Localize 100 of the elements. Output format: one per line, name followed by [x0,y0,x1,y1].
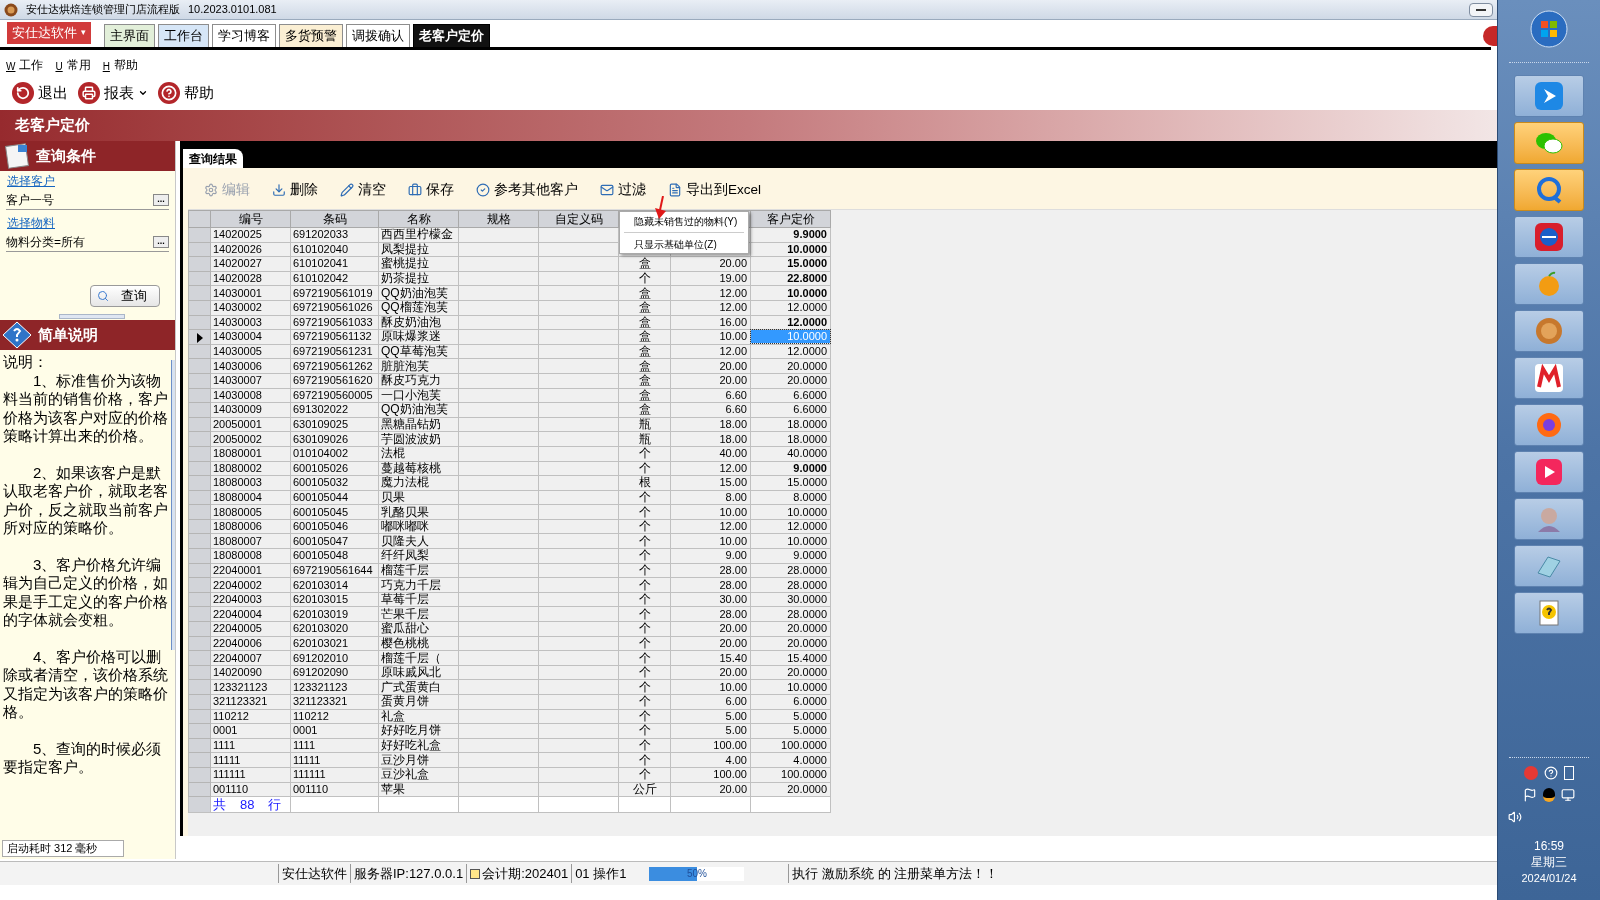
brand-menu-button[interactable]: 安仕达软件 ▾ [7,21,91,44]
price-cell[interactable]: 10.0000 [751,242,830,256]
clock-date: 2024/01/24 [1521,871,1577,886]
query-button[interactable]: 查询 [90,285,160,307]
price-cell[interactable]: 6.6000 [751,403,830,417]
status-text: 服务器IP:127.0.0.1 [350,863,467,884]
table-cell: 6972190561026 [293,301,373,314]
browse-button[interactable]: ... [153,235,169,248]
action-button[interactable]: 保存 [408,179,454,201]
taskbar-button[interactable] [1514,263,1584,305]
taskbar-button[interactable] [1514,545,1584,587]
flag-icon[interactable] [1523,788,1537,802]
price-cell[interactable]: 15.0000 [751,257,830,271]
price-cell[interactable]: 9.9000 [751,228,830,242]
tab[interactable]: 学习博客 [212,24,276,47]
material-field[interactable]: 物料分类=所有 ... [6,232,169,252]
table-cell: 620103021 [293,636,349,649]
price-cell[interactable]: 6.6000 [751,388,830,402]
taskbar-button[interactable] [1514,498,1584,540]
price-cell[interactable]: 18.0000 [751,432,830,446]
taskbar-button[interactable] [1514,216,1584,258]
select-customer-link[interactable]: 选择客户 [0,172,175,190]
tab[interactable]: 多货预警 [279,24,343,47]
price-cell[interactable]: 40.0000 [751,447,830,461]
price-cell[interactable]: 9.0000 [751,549,830,563]
taskbar-button[interactable] [1514,75,1584,117]
price-cell[interactable]: 100.0000 [751,739,830,753]
price-cell[interactable]: 28.0000 [751,563,830,577]
menu-item[interactable]: 隐藏未销售过的物料(Y) [620,213,748,229]
menu-item[interactable]: U 常用 [55,56,91,74]
toolbar-button[interactable]: 报表 [78,81,148,105]
price-cell[interactable]: 20.0000 [751,666,830,680]
price-cell[interactable]: 28.0000 [751,578,830,592]
price-cell[interactable]: 4.0000 [751,753,830,767]
toolbar-button[interactable]: 帮助 [158,81,214,105]
minimize-button[interactable] [1469,2,1493,17]
price-cell[interactable]: 22.8000 [751,272,830,286]
tab[interactable]: 主界面 [104,24,155,47]
price-cell[interactable]: 15.0000 [751,476,830,490]
price-cell[interactable]: 10.0000 [751,286,830,300]
table-cell: 20.00 [719,257,747,270]
toolbar-button[interactable]: 退出 [12,81,68,105]
action-button[interactable]: 导出到Excel [668,179,761,201]
price-cell[interactable]: 20.0000 [751,359,830,373]
table-cell: 18080007 [213,534,262,547]
price-cell[interactable]: 5.0000 [751,709,830,723]
help-icon[interactable] [1544,766,1558,780]
select-material-link[interactable]: 选择物料 [0,214,175,232]
price-cell[interactable]: 18.0000 [751,418,830,431]
action-button[interactable]: 参考其他客户 [476,179,578,201]
splitter-handle[interactable] [58,314,125,319]
price-cell[interactable]: 12.0000 [751,315,830,329]
taskbar-button[interactable] [1514,169,1584,211]
taskbar-button[interactable] [1514,122,1584,164]
table-cell: 盒 [638,358,651,373]
tab[interactable]: 工作台 [158,24,209,47]
price-cell[interactable]: 20.0000 [751,636,830,650]
start-orb-icon[interactable] [1530,10,1568,48]
action-button[interactable]: 过滤 [600,179,646,201]
tab[interactable]: 调拨确认 [346,24,410,47]
table-cell: 个 [638,679,651,694]
table-cell: 40.00 [719,447,747,460]
browse-button[interactable]: ... [153,193,169,206]
table-cell: QQ草莓泡芙 [381,344,448,359]
price-cell[interactable]: 12.0000 [751,301,830,315]
table-cell: 盒 [638,300,651,315]
taskbar-button[interactable] [1514,310,1584,352]
menu-item[interactable]: H 帮助 [102,56,138,74]
price-cell[interactable]: 100.0000 [751,768,830,782]
action-button[interactable]: 删除 [272,179,318,201]
results-tab[interactable]: 查询结果 [183,149,243,168]
taskbar-button[interactable] [1514,357,1584,399]
price-cell[interactable]: 10.0000 [751,680,830,694]
price-cell[interactable]: 12.0000 [751,520,830,534]
taskbar-button[interactable] [1514,592,1584,634]
price-cell[interactable]: 9.0000 [751,461,830,475]
customer-field[interactable]: 客户一号 ... [6,190,169,210]
price-cell[interactable]: 28.0000 [751,607,830,621]
price-cell[interactable]: 20.0000 [751,622,830,636]
monitor-icon[interactable] [1561,788,1575,802]
price-cell[interactable]: 10.0000 [751,505,830,519]
menu-item[interactable]: W 工作 [6,56,44,74]
scrollbar[interactable] [171,360,175,650]
tab[interactable]: 老客户定价 [413,24,490,47]
price-cell[interactable]: 15.4000 [751,651,830,665]
table-cell: 5.00 [725,724,747,737]
taskbar-button[interactable] [1514,404,1584,446]
price-cell[interactable]: 20.0000 [751,374,830,388]
table-cell: 321123321 [293,695,348,708]
price-cell[interactable]: 20.0000 [751,782,830,796]
price-cell[interactable]: 6.0000 [751,695,830,709]
price-cell[interactable]: 8.0000 [751,491,830,504]
action-button[interactable]: 清空 [340,179,386,201]
menu-item[interactable]: 只显示基础单位(Z) [620,236,748,252]
price-cell[interactable]: 30.0000 [751,593,830,607]
speaker-icon[interactable] [1508,810,1522,824]
price-cell[interactable]: 10.0000 [751,534,830,548]
taskbar-button[interactable] [1514,451,1584,493]
price-cell[interactable]: 5.0000 [751,724,830,738]
price-cell[interactable]: 12.0000 [751,345,830,359]
